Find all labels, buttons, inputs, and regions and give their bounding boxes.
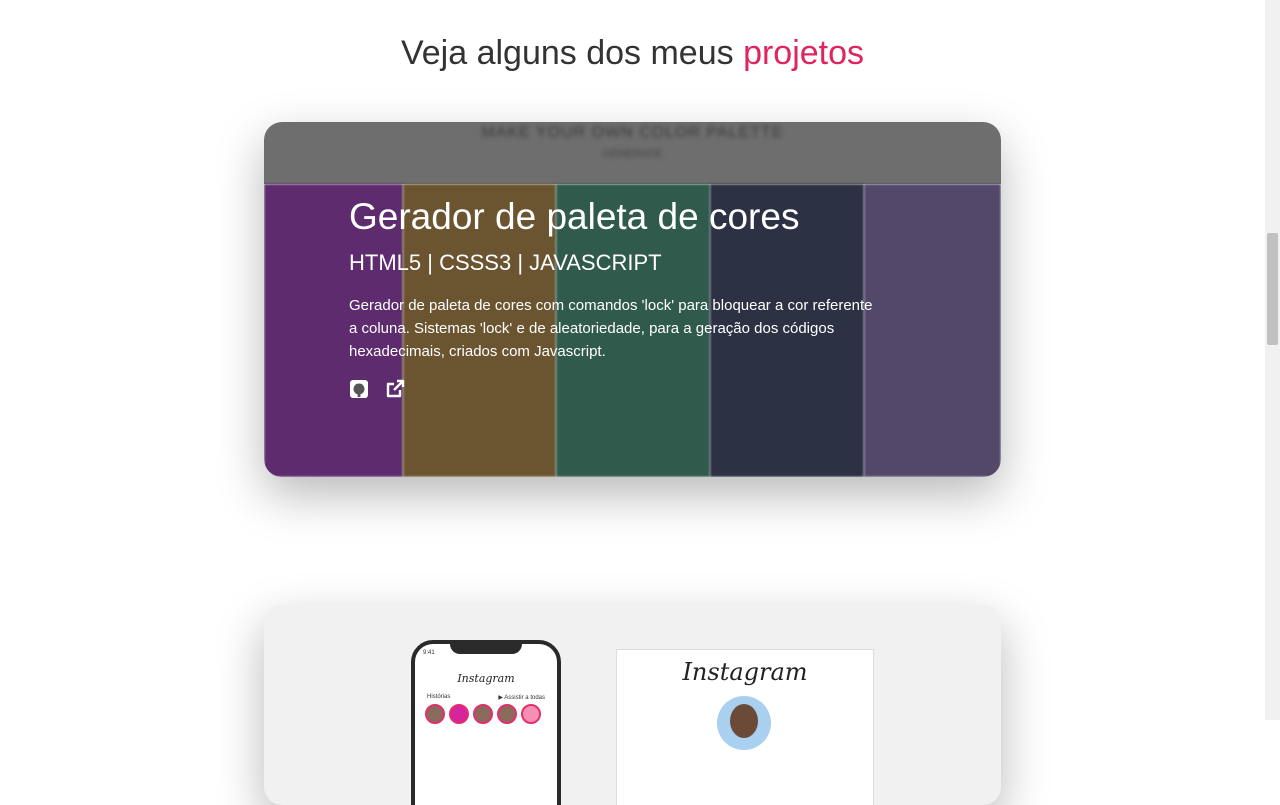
phone-mockup: 9:41 Instagram Histórias ▶ Assistir a to… (411, 640, 561, 805)
project-links (349, 379, 879, 399)
story-avatar (497, 704, 517, 724)
github-icon[interactable] (349, 379, 369, 399)
phone-app-name: Instagram (457, 672, 515, 685)
project-card: MAKE YOUR OWN COLOR PALETTE GENERATE Ger… (264, 122, 1001, 477)
profile-avatar (717, 696, 771, 750)
phone-stories-label: Histórias (427, 694, 451, 700)
project-card-2: 9:41 Instagram Histórias ▶ Assistir a to… (264, 605, 1001, 805)
project-description: Gerador de paleta de cores com comandos … (349, 297, 873, 360)
phone-stories (425, 704, 541, 724)
preview-title: MAKE YOUR OWN COLOR PALETTE (481, 124, 784, 141)
phone-status: 9:41 (423, 650, 435, 656)
phone-notch (450, 640, 522, 654)
heading-text: Veja alguns dos meus (400, 34, 734, 72)
page-scrollbar[interactable] (1265, 0, 1280, 720)
preview-subtitle: GENERATE (602, 148, 663, 160)
project-info: Gerador de paleta de cores HTML5 | CSSS3… (349, 192, 879, 399)
story-avatar (521, 704, 541, 724)
project-preview-header: MAKE YOUR OWN COLOR PALETTE GENERATE (264, 122, 1001, 184)
project-tech: HTML5 | CSSS3 | JAVASCRIPT (349, 250, 662, 275)
palette-stripe (864, 184, 1001, 477)
instagram-logo: Instagram (682, 658, 808, 686)
story-avatar (425, 704, 445, 724)
external-link-icon[interactable] (385, 379, 405, 399)
section-heading: Veja alguns dos meus projetos (0, 34, 1265, 73)
instagram-profile-preview: Instagram (616, 649, 874, 805)
heading-accent: projetos (743, 34, 865, 72)
scrollbar-thumb[interactable] (1267, 233, 1278, 345)
story-avatar (473, 704, 493, 724)
project-title: Gerador de paleta de cores (349, 196, 800, 237)
story-avatar (449, 704, 469, 724)
phone-watch-all: ▶ Assistir a todas (498, 695, 545, 701)
